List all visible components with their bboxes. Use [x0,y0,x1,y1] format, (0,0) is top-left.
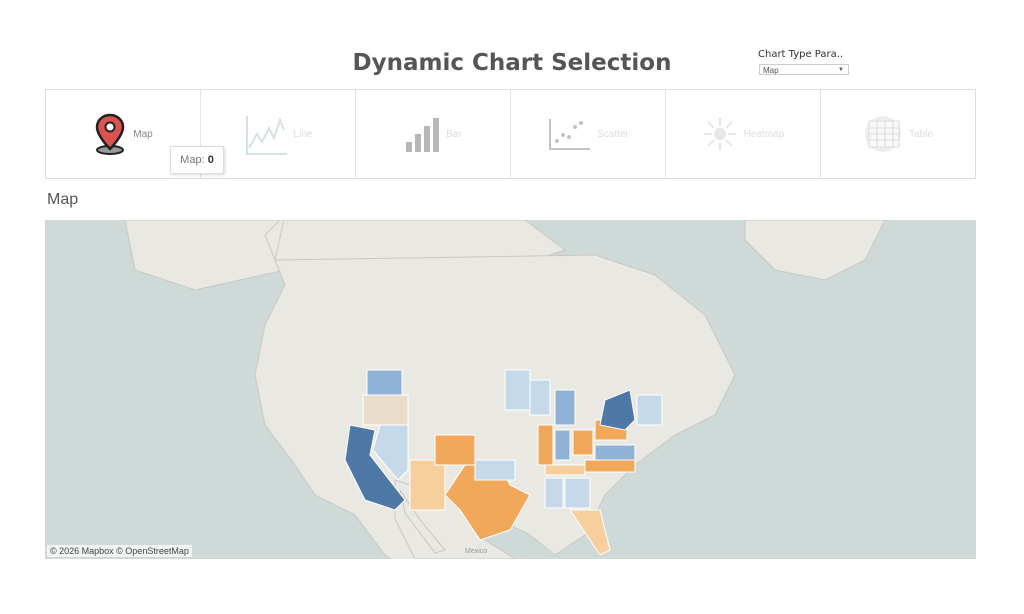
chevron-down-icon: ▼ [838,65,844,76]
state-ohio [573,430,593,455]
chart-option-label: Map [133,129,152,140]
chart-option-table[interactable]: Table [821,90,975,178]
table-icon [863,115,903,153]
chart-option-bar[interactable]: Bar [356,90,511,178]
state-oregon [363,395,408,425]
state-minnesota [505,370,530,410]
chart-option-scatter[interactable]: Scatter [511,90,666,178]
state-michigan [555,390,575,425]
tooltip-label: Map: [180,154,204,166]
dashboard-title: Dynamic Chart Selection [0,50,1024,76]
section-title: Map [47,191,78,209]
map-pin-icon [93,113,127,155]
state-arizona [410,460,445,510]
chart-option-label: Bar [446,129,462,140]
line-chart-icon [244,112,288,156]
state-illinois [538,425,553,465]
dropdown-value: Map [763,66,779,75]
map-canvas [45,220,976,559]
chart-option-heatmap[interactable]: Heatmap [666,90,821,178]
bar-chart-icon [404,116,440,152]
state-virginia [595,445,635,460]
chart-option-label: Line [294,129,313,140]
state-indiana [555,430,570,460]
chart-option-label: Scatter [597,129,629,140]
country-label: Mexico [465,548,487,555]
greenland-land [745,220,885,280]
state-oklahoma [475,460,515,480]
state-wisconsin [530,380,550,415]
heatmap-icon [702,116,738,152]
parameter-label: Chart Type Para.. [758,49,843,60]
state-tennessee [545,465,585,475]
state-colorado [435,435,475,465]
chart-option-line[interactable]: Line [201,90,356,178]
tooltip-value: 0 [208,154,214,166]
state-alabama [545,478,563,508]
chart-option-label: Table [909,129,933,140]
state-new-england [637,395,662,425]
state-washington [367,370,402,395]
chart-type-dropdown[interactable]: Map ▼ [759,64,849,75]
chart-option-label: Heatmap [744,129,785,140]
map-view[interactable]: Mexico © 2026 Mapbox © OpenStreetMap [45,220,976,559]
tooltip: Map: 0 [170,146,224,174]
state-north-carolina [585,460,635,472]
scatter-chart-icon [547,117,591,151]
map-attribution[interactable]: © 2026 Mapbox © OpenStreetMap [47,545,192,557]
state-georgia [565,478,590,508]
